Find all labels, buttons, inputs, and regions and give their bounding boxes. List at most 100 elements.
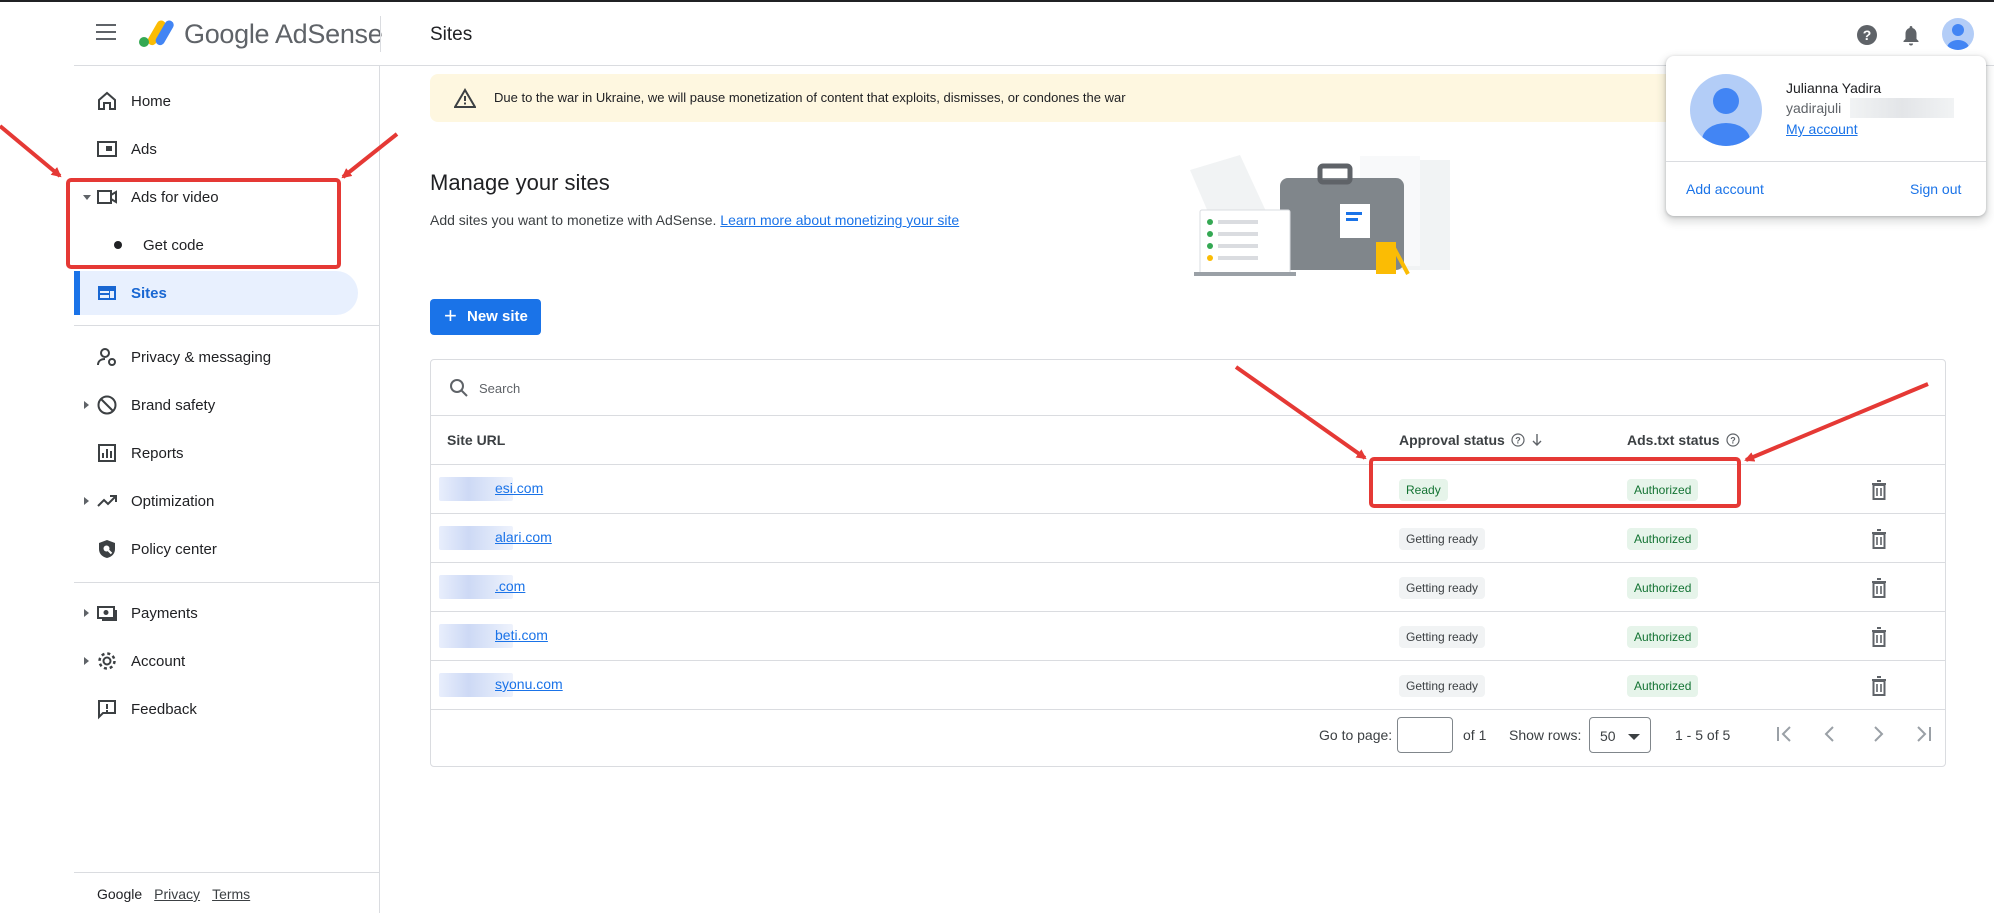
sidebar-item-brand-safety[interactable]: Brand safety bbox=[74, 383, 358, 427]
ads-txt-status-badge: Authorized bbox=[1627, 626, 1699, 648]
next-page-icon[interactable] bbox=[1865, 721, 1891, 747]
avatar-person-icon bbox=[1702, 88, 1750, 146]
sidebar-item-label: Privacy & messaging bbox=[131, 348, 272, 366]
sidebar-item-account[interactable]: Account bbox=[74, 639, 358, 683]
header-divider bbox=[380, 16, 381, 52]
account-popup: Julianna Yadira yadirajuli My account Ad… bbox=[1666, 56, 1986, 216]
trending-up-icon bbox=[97, 495, 117, 507]
sidebar-item-ads[interactable]: Ads bbox=[74, 127, 358, 171]
video-camera-icon bbox=[97, 190, 117, 204]
sites-table: Site URL Approval status ? Ads.txt statu… bbox=[430, 359, 1946, 767]
sidebar-item-optimization[interactable]: Optimization bbox=[74, 479, 358, 523]
annotation-arrow bbox=[0, 124, 62, 178]
help-icon[interactable]: ? bbox=[1856, 24, 1878, 46]
rows-per-page-value: 50 bbox=[1600, 728, 1616, 744]
svg-text:?: ? bbox=[1863, 27, 1872, 43]
table-search bbox=[431, 360, 1945, 416]
sidebar-item-label: Ads for video bbox=[131, 188, 219, 206]
sidebar-item-label: Home bbox=[131, 92, 172, 110]
table-row: beti.com Getting ready Authorized bbox=[431, 612, 1945, 661]
sidebar-nav: Home Ads Ads for video Get code Sites Pr… bbox=[74, 66, 380, 913]
help-outline-icon[interactable]: ? bbox=[1511, 433, 1525, 447]
sidebar-item-reports[interactable]: Reports bbox=[74, 431, 358, 475]
sidebar-item-label: Policy center bbox=[131, 540, 217, 558]
trash-icon[interactable] bbox=[1869, 626, 1889, 648]
sidebar-item-label: Get code bbox=[143, 236, 204, 254]
chevron-right-icon bbox=[84, 609, 89, 617]
terms-link[interactable]: Terms bbox=[212, 886, 250, 902]
bell-icon[interactable] bbox=[1900, 24, 1922, 46]
sign-out-button[interactable]: Sign out bbox=[1910, 181, 1961, 197]
table-row: .com Getting ready Authorized bbox=[431, 563, 1945, 612]
go-to-page-label: Go to page: bbox=[1319, 727, 1393, 743]
approval-status-badge: Getting ready bbox=[1399, 675, 1486, 697]
sidebar-item-label: Feedback bbox=[131, 700, 197, 718]
page-number-input[interactable] bbox=[1397, 717, 1453, 753]
first-page-icon[interactable] bbox=[1771, 721, 1797, 747]
rows-per-page-select[interactable]: 50 bbox=[1589, 717, 1651, 753]
chevron-right-icon bbox=[84, 401, 89, 409]
banner-text: Due to the war in Ukraine, we will pause… bbox=[494, 90, 1126, 105]
account-avatar-large bbox=[1690, 74, 1762, 146]
sidebar-item-get-code[interactable]: Get code bbox=[74, 223, 358, 267]
add-account-button[interactable]: Add account bbox=[1686, 181, 1764, 197]
show-rows-label: Show rows: bbox=[1509, 727, 1582, 743]
brand-name: Google AdSense bbox=[184, 19, 383, 49]
table-row: syonu.com Getting ready Authorized bbox=[431, 661, 1945, 710]
table-row: esi.com Ready Authorized bbox=[431, 465, 1945, 514]
sidebar-item-sites[interactable]: Sites bbox=[74, 271, 358, 315]
section-heading: Manage your sites bbox=[430, 170, 610, 195]
approval-status-badge: Getting ready bbox=[1399, 626, 1486, 648]
column-header-ads-txt-status[interactable]: Ads.txt status ? bbox=[1627, 432, 1740, 448]
sidebar-item-ads-for-video[interactable]: Ads for video bbox=[74, 175, 358, 219]
new-site-button[interactable]: + New site bbox=[430, 299, 541, 335]
person-settings-icon bbox=[97, 348, 116, 366]
ads-txt-status-badge: Authorized bbox=[1627, 675, 1699, 697]
adsense-logo-icon bbox=[139, 20, 174, 47]
sidebar-item-feedback[interactable]: Feedback bbox=[74, 687, 358, 731]
sidebar-divider bbox=[74, 325, 380, 326]
last-page-icon[interactable] bbox=[1911, 721, 1937, 747]
column-label: Approval status bbox=[1399, 432, 1505, 448]
payments-icon bbox=[97, 606, 117, 621]
sidebar-item-label: Brand safety bbox=[131, 396, 216, 414]
previous-page-icon[interactable] bbox=[1817, 721, 1843, 747]
column-header-site-url[interactable]: Site URL bbox=[447, 432, 505, 448]
site-url-link[interactable]: syonu.com bbox=[495, 676, 563, 692]
trash-icon[interactable] bbox=[1869, 479, 1889, 501]
sidebar-item-label: Sites bbox=[131, 284, 167, 302]
sidebar-item-label: Account bbox=[131, 652, 186, 670]
trash-icon[interactable] bbox=[1869, 577, 1889, 599]
site-url-link[interactable]: .com bbox=[495, 578, 525, 594]
account-avatar[interactable] bbox=[1942, 18, 1974, 50]
sidebar-footer: Google Privacy Terms bbox=[97, 886, 250, 902]
approval-status-badge: Getting ready bbox=[1399, 577, 1486, 599]
ads-icon bbox=[97, 141, 117, 157]
sidebar-item-label: Payments bbox=[131, 604, 198, 622]
site-url-link[interactable]: beti.com bbox=[495, 627, 548, 643]
sidebar-item-payments[interactable]: Payments bbox=[74, 591, 358, 635]
redacted-email-suffix bbox=[1850, 98, 1954, 118]
sort-down-arrow-icon[interactable] bbox=[1531, 433, 1543, 447]
search-input[interactable] bbox=[479, 376, 1079, 400]
section-subtitle: Add sites you want to monetize with AdSe… bbox=[430, 212, 959, 228]
approval-status-badge: Ready bbox=[1399, 479, 1448, 501]
site-url-link[interactable]: esi.com bbox=[495, 480, 543, 496]
trash-icon[interactable] bbox=[1869, 675, 1889, 697]
column-header-approval-status[interactable]: Approval status ? bbox=[1399, 432, 1543, 448]
sidebar-item-home[interactable]: Home bbox=[74, 79, 358, 123]
my-account-link[interactable]: My account bbox=[1786, 121, 1858, 137]
feedback-icon bbox=[98, 700, 116, 720]
learn-more-link[interactable]: Learn more about monetizing your site bbox=[720, 212, 959, 228]
gear-icon bbox=[98, 652, 116, 670]
menu-icon[interactable] bbox=[96, 24, 116, 40]
chevron-right-icon bbox=[84, 497, 89, 505]
help-outline-icon[interactable]: ? bbox=[1725, 433, 1740, 447]
column-label: Ads.txt status bbox=[1627, 432, 1720, 448]
trash-icon[interactable] bbox=[1869, 528, 1889, 550]
table-pagination: Go to page: of 1 Show rows: 50 1 - 5 of … bbox=[431, 705, 1945, 765]
site-url-link[interactable]: alari.com bbox=[495, 529, 552, 545]
sidebar-item-policy-center[interactable]: Policy center bbox=[74, 527, 358, 571]
privacy-link[interactable]: Privacy bbox=[154, 886, 200, 902]
sidebar-item-privacy-messaging[interactable]: Privacy & messaging bbox=[74, 335, 358, 379]
